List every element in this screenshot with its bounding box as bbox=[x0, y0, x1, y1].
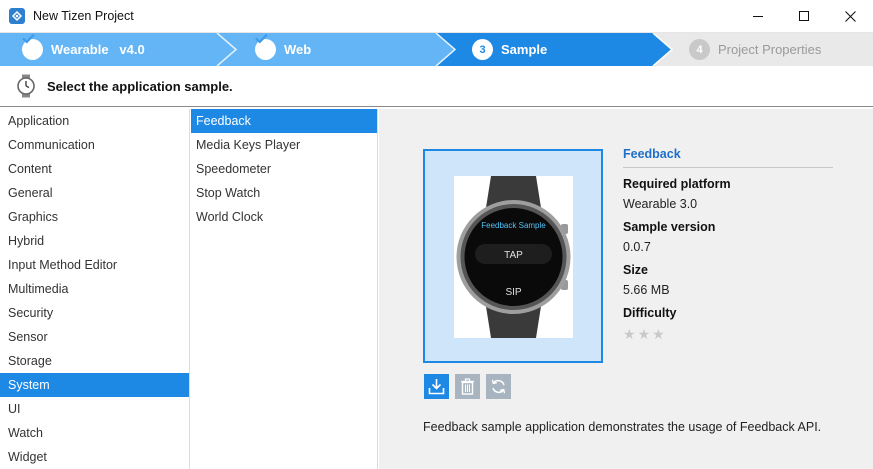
category-item-application[interactable]: Application bbox=[0, 109, 189, 133]
sample-preview-frame: Feedback Sample TAP SIP bbox=[423, 149, 603, 363]
trash-icon bbox=[461, 378, 474, 395]
sample-list: Feedback Media Keys Player Speedometer S… bbox=[191, 109, 378, 469]
refresh-icon bbox=[491, 379, 506, 394]
category-item-ui[interactable]: UI bbox=[0, 397, 189, 421]
category-item-input-method-editor[interactable]: Input Method Editor bbox=[0, 253, 189, 277]
difficulty-label: Difficulty bbox=[623, 306, 677, 320]
step-number-badge: 3 bbox=[472, 39, 493, 60]
page-header: Select the application sample. bbox=[0, 66, 873, 107]
step-project-properties: 4 Project Properties bbox=[689, 33, 821, 66]
platform-label: Required platform bbox=[623, 177, 731, 191]
minimize-button[interactable] bbox=[735, 0, 781, 33]
sample-item-speedometer[interactable]: Speedometer bbox=[191, 157, 377, 181]
delete-button[interactable] bbox=[455, 374, 480, 399]
page-title: Select the application sample. bbox=[47, 78, 233, 94]
category-item-multimedia[interactable]: Multimedia bbox=[0, 277, 189, 301]
step-number-badge: 4 bbox=[689, 39, 710, 60]
size-label: Size bbox=[623, 263, 649, 277]
sample-description: Feedback sample application demonstrates… bbox=[423, 420, 822, 434]
maximize-button[interactable] bbox=[781, 0, 827, 33]
wizard-step-bar: Wearable v4.0 Web 3 Sample 4 Project Pro… bbox=[0, 33, 873, 66]
category-item-widget[interactable]: Widget bbox=[0, 445, 189, 469]
category-item-hybrid[interactable]: Hybrid bbox=[0, 229, 189, 253]
category-item-sensor[interactable]: Sensor bbox=[0, 325, 189, 349]
sample-info: Feedback Required platform Wearable 3.0 … bbox=[623, 147, 833, 343]
sample-item-world-clock[interactable]: World Clock bbox=[191, 205, 377, 229]
star-icon: ★ bbox=[637, 326, 651, 342]
size-value: 5.66 MB bbox=[623, 283, 670, 297]
platform-value: Wearable 3.0 bbox=[623, 197, 698, 211]
sample-name: Feedback bbox=[623, 147, 833, 168]
sample-item-media-keys-player[interactable]: Media Keys Player bbox=[191, 133, 377, 157]
check-icon bbox=[22, 33, 43, 60]
download-icon bbox=[428, 379, 445, 395]
category-item-content[interactable]: Content bbox=[0, 157, 189, 181]
preview-tap-text: TAP bbox=[504, 250, 523, 261]
category-item-watch[interactable]: Watch bbox=[0, 421, 189, 445]
watch-icon bbox=[16, 74, 36, 98]
smartwatch-preview-image: Feedback Sample TAP SIP bbox=[454, 176, 573, 338]
sample-item-stop-watch[interactable]: Stop Watch bbox=[191, 181, 377, 205]
step-wearable: Wearable v4.0 bbox=[22, 33, 145, 66]
preview-sip-text: SIP bbox=[505, 287, 521, 298]
step-web: Web bbox=[255, 33, 311, 66]
category-list: Application Communication Content Genera… bbox=[0, 109, 190, 469]
star-icon: ★ bbox=[623, 326, 636, 342]
difficulty-rating: ★ ★ ★ bbox=[623, 326, 833, 343]
tizen-app-icon bbox=[9, 8, 25, 24]
version-value: 0.0.7 bbox=[623, 240, 651, 254]
download-button[interactable] bbox=[424, 374, 449, 399]
close-button[interactable] bbox=[827, 0, 873, 33]
refresh-button[interactable] bbox=[486, 374, 511, 399]
version-label: Sample version bbox=[623, 220, 716, 234]
sample-detail-pane: Feedback Sample TAP SIP Feedback Require… bbox=[379, 109, 873, 469]
category-item-communication[interactable]: Communication bbox=[0, 133, 189, 157]
category-item-security[interactable]: Security bbox=[0, 301, 189, 325]
star-icon: ★ bbox=[652, 326, 665, 342]
check-icon bbox=[255, 33, 276, 60]
category-item-system[interactable]: System bbox=[0, 373, 189, 397]
step-sample: 3 Sample bbox=[472, 33, 547, 66]
window-title: New Tizen Project bbox=[33, 9, 134, 23]
category-item-storage[interactable]: Storage bbox=[0, 349, 189, 373]
sample-actions bbox=[424, 374, 511, 399]
category-item-graphics[interactable]: Graphics bbox=[0, 205, 189, 229]
category-item-general[interactable]: General bbox=[0, 181, 189, 205]
sample-item-feedback[interactable]: Feedback bbox=[191, 109, 377, 133]
title-bar: New Tizen Project bbox=[0, 0, 873, 33]
preview-title-text: Feedback Sample bbox=[481, 221, 546, 230]
